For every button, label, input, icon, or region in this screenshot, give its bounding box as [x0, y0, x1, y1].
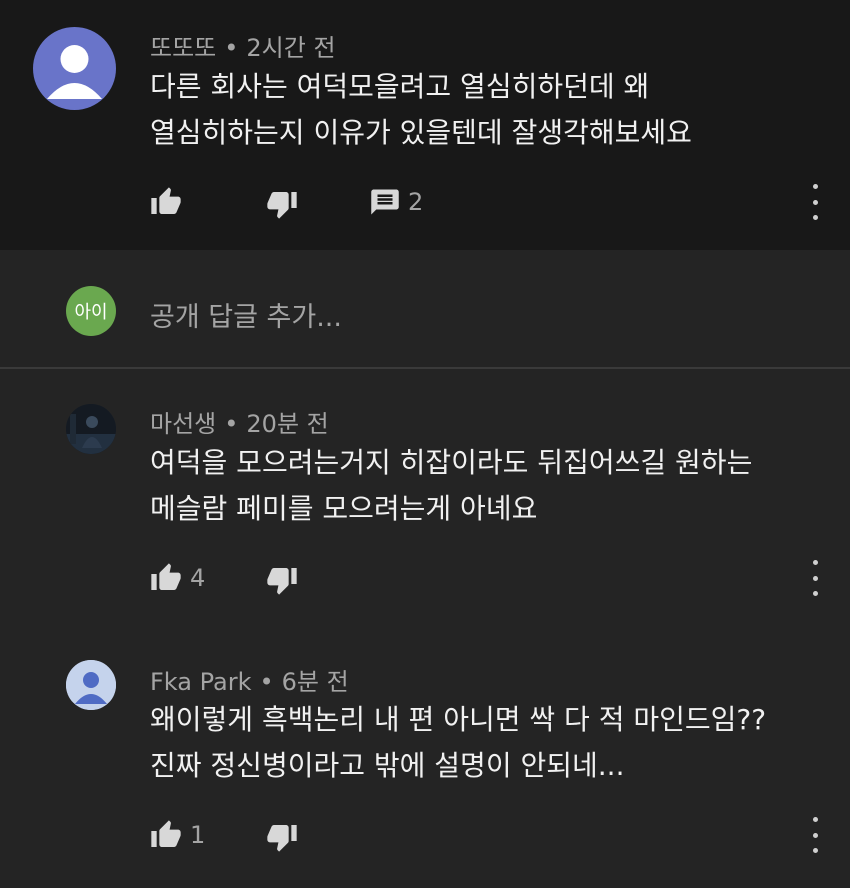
- like-button[interactable]: [150, 184, 182, 220]
- author-name[interactable]: 또또또: [150, 34, 216, 62]
- more-vertical-icon[interactable]: [809, 184, 821, 220]
- comment-time: 6분 전: [281, 668, 349, 696]
- dislike-button[interactable]: [266, 186, 298, 222]
- like-button[interactable]: 4: [150, 560, 205, 596]
- comment-line: 열심히하는지 이유가 있을텐데 잘생각해보세요: [150, 116, 692, 149]
- comment-time: 20분 전: [246, 410, 329, 438]
- dislike-button[interactable]: [266, 819, 298, 855]
- thumbs-up-icon: [151, 563, 181, 590]
- comment-icon: [371, 189, 399, 215]
- top-comment: 또또또 • 2시간 전 다른 회사는 여덕모을려고 열심히하던데 왜 열심히하는지 …: [0, 0, 850, 250]
- thumbs-down-icon: [267, 825, 297, 852]
- comment-line: 다른 회사는 여덕모을려고 열심히하던데 왜: [150, 70, 650, 103]
- photo-avatar-icon: [66, 404, 116, 454]
- comment-time: 2시간 전: [246, 34, 336, 62]
- comment-meta: 마선생 • 20분 전: [150, 410, 329, 438]
- dislike-button[interactable]: [266, 562, 298, 598]
- thumbs-down-icon: [267, 568, 297, 595]
- like-button[interactable]: 1: [150, 817, 205, 853]
- my-avatar[interactable]: 아이: [66, 286, 116, 336]
- comment-line: 메슬람 페미를 모으려는게 아녜요: [150, 492, 538, 525]
- reply-input-area: [0, 250, 850, 367]
- comment-line: 왜이렇게 흑백논리 내 편 아니면 싹 다 적 마인드임??: [150, 703, 767, 736]
- default-avatar-icon: [47, 45, 102, 99]
- comment-text: 왜이렇게 흑백논리 내 편 아니면 싹 다 적 마인드임?? 진짜 정신병이라고…: [150, 697, 766, 789]
- comment-text: 여덕을 모으려는거지 히잡이라도 뒤집어쓰길 원하는 메슬람 페미를 모으려는게…: [150, 440, 752, 532]
- thumbs-down-icon: [267, 192, 297, 219]
- divider: [0, 367, 850, 369]
- replies-button[interactable]: 2: [370, 184, 423, 220]
- comment-line: 여덕을 모으려는거지 히잡이라도 뒤집어쓰길 원하는: [150, 446, 753, 479]
- like-count: 4: [190, 564, 206, 592]
- author-avatar[interactable]: [33, 27, 116, 110]
- author-name[interactable]: Fka Park: [150, 668, 251, 696]
- replies-count: 2: [408, 188, 424, 216]
- reply-input[interactable]: 공개 답글 추가...: [150, 295, 342, 334]
- my-avatar-text: 아이: [74, 302, 108, 323]
- default-avatar-icon: [66, 660, 116, 710]
- more-vertical-icon[interactable]: [809, 560, 821, 596]
- comment-text: 다른 회사는 여덕모을려고 열심히하던데 왜 열심히하는지 이유가 있을텐데 잘…: [150, 64, 692, 156]
- thumbs-up-icon: [151, 187, 181, 214]
- comment-meta: Fka Park • 6분 전: [150, 668, 349, 696]
- author-name[interactable]: 마선생: [150, 410, 216, 438]
- like-count: 1: [190, 821, 206, 849]
- author-avatar[interactable]: [66, 660, 116, 710]
- author-avatar[interactable]: [66, 404, 116, 454]
- thumbs-up-icon: [151, 820, 181, 847]
- comment-line: 진짜 정신병이라고 밖에 설명이 안되네...: [150, 749, 625, 782]
- comment-meta: 또또또 • 2시간 전: [150, 34, 336, 62]
- more-vertical-icon[interactable]: [809, 817, 821, 853]
